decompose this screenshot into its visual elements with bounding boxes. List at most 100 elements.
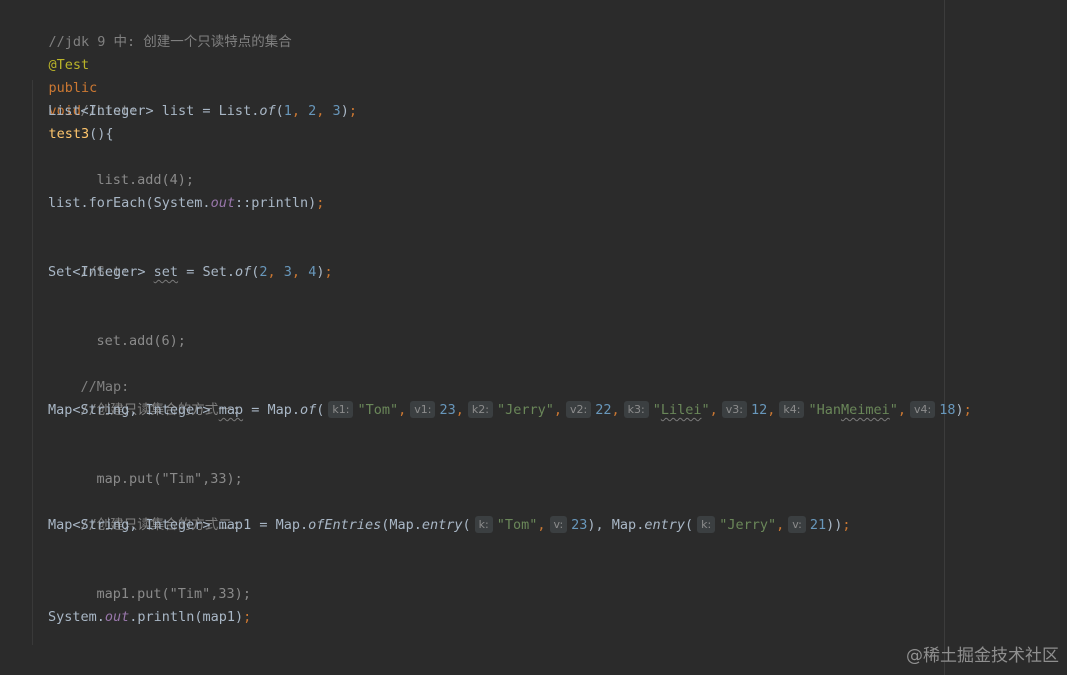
parameter-hint: v4: [910, 401, 936, 418]
string-literal-typo: Lilei [660, 402, 702, 418]
semicolon: ; [963, 402, 972, 418]
comma: , [455, 402, 464, 418]
code-line-4: //List: [48, 77, 138, 119]
comma: , [553, 402, 562, 418]
code-line-12: //创建只读集合的方式一: [48, 376, 240, 418]
semicolon: ; [243, 609, 252, 625]
parameter-hint: v1: [410, 401, 436, 418]
parameter-hint: k3: [623, 401, 649, 418]
comma: , [291, 103, 309, 119]
watermark: @稀土掘金技术社区 [906, 646, 1059, 666]
code-editor[interactable]: //jdk 9 中: 创建一个只读特点的集合 @Test public void… [0, 0, 1067, 675]
code-text: ) [955, 402, 964, 418]
method-call: ofEntries [308, 517, 382, 533]
code-text: ( [684, 517, 694, 533]
code-text: = Map. [243, 402, 300, 418]
code-text: List<Integer> list = List. [48, 103, 260, 119]
code-text: ), Map. [587, 517, 645, 533]
code-line-15: //创建只读集合的方式二: [48, 491, 240, 533]
number-literal: 23 [439, 402, 456, 418]
code-line-3: public void test3(){ [16, 54, 114, 142]
code-text: (){ [89, 126, 114, 142]
code-text: map.put("Tim",33); [96, 471, 243, 487]
string-literal: " [652, 402, 661, 418]
code-line-17: map1.put("Tim",33); [64, 560, 251, 602]
parameter-hint: k2: [467, 401, 493, 418]
code-line-1: //jdk 9 中: 创建一个只读特点的集合 [16, 8, 292, 50]
parameter-hint: k4: [779, 401, 805, 418]
code-text: Map<String, Integer> [48, 402, 219, 418]
code-line-16: Map<String, Integer> map1 = Map.ofEntrie… [48, 514, 851, 537]
comma: , [776, 517, 785, 533]
static-field: out [210, 195, 235, 211]
number-literal: 1 [283, 103, 292, 119]
parameter-hint: v: [549, 516, 568, 533]
number-literal: 22 [595, 402, 612, 418]
method-call: entry [421, 517, 463, 533]
number-literal: 18 [939, 402, 956, 418]
comma: , [709, 402, 718, 418]
code-text: list.add(4); [96, 172, 195, 188]
code-line-7: list.forEach(System.out::println); [48, 192, 324, 215]
string-literal: "Jerry" [496, 402, 554, 418]
string-literal: "Tom" [357, 402, 399, 418]
code-line-13: Map<String, Integer> map = Map.of(k1: "To… [48, 399, 972, 422]
string-literal: "Tom" [496, 517, 538, 533]
code-text: System. [48, 609, 105, 625]
number-literal: 3 [332, 103, 341, 119]
code-line-18: System.out.println(map1); [48, 606, 251, 629]
code-text: set.add(6); [96, 333, 186, 349]
parameter-hint: v: [788, 516, 806, 533]
code-line-2: @Test [16, 31, 90, 73]
semicolon: ; [316, 195, 325, 211]
code-text: ) [340, 103, 349, 119]
parameter-hint: k: [697, 516, 716, 533]
comma: , [398, 402, 407, 418]
semicolon: ; [348, 103, 357, 119]
comma: , [537, 517, 546, 533]
code-text: (Map. [381, 517, 422, 533]
comma: , [291, 264, 309, 280]
string-literal: "Jerry" [719, 517, 777, 533]
code-line-19: } [16, 652, 57, 675]
code-text: )) [826, 517, 843, 533]
code-line-9: Set<Integer> set = Set.of(2, 3, 4); [48, 261, 333, 284]
number-literal: 12 [750, 402, 768, 418]
code-line-5: List<Integer> list = List.of(1, 2, 3); [48, 100, 357, 123]
method-call: entry [644, 517, 685, 533]
string-literal: " [701, 402, 710, 418]
parameter-hint: v3: [721, 401, 747, 418]
comma: , [316, 103, 333, 119]
string-literal-typo: Meimei [840, 402, 890, 418]
comma: , [897, 402, 907, 418]
code-text: ( [462, 517, 471, 533]
right-margin-guide [944, 0, 945, 675]
comma: , [611, 402, 620, 418]
semicolon: ; [842, 517, 851, 533]
unused-variable: map [218, 402, 244, 418]
code-line-10: set.add(6); [64, 307, 186, 349]
number-literal: 21 [809, 517, 827, 533]
code-text: ( [316, 402, 325, 418]
parameter-hint: v2: [566, 401, 592, 418]
parameter-hint: k1: [328, 401, 354, 418]
string-literal: " [889, 402, 898, 418]
static-field: out [104, 609, 130, 625]
number-literal: 3 [283, 264, 292, 280]
parameter-hint: k: [474, 516, 493, 533]
code-text: Map<String, Integer> map1 = Map. [48, 517, 309, 533]
method-call: of [259, 103, 276, 119]
comma: , [767, 402, 776, 418]
code-text: ::println) [234, 195, 317, 211]
number-literal: 23 [571, 517, 588, 533]
code-text: .println(map1) [129, 609, 244, 625]
method-call: of [234, 264, 252, 280]
code-line-11: //Map: [48, 353, 130, 395]
code-text: map1.put("Tim",33); [96, 586, 251, 602]
code-text: list.forEach(System. [48, 195, 211, 211]
code-text: ( [275, 103, 284, 119]
semicolon: ; [324, 264, 333, 280]
unused-variable: set [153, 264, 179, 280]
code-line-8: //Set: [48, 238, 130, 280]
code-line-14: map.put("Tim",33); [64, 445, 243, 487]
